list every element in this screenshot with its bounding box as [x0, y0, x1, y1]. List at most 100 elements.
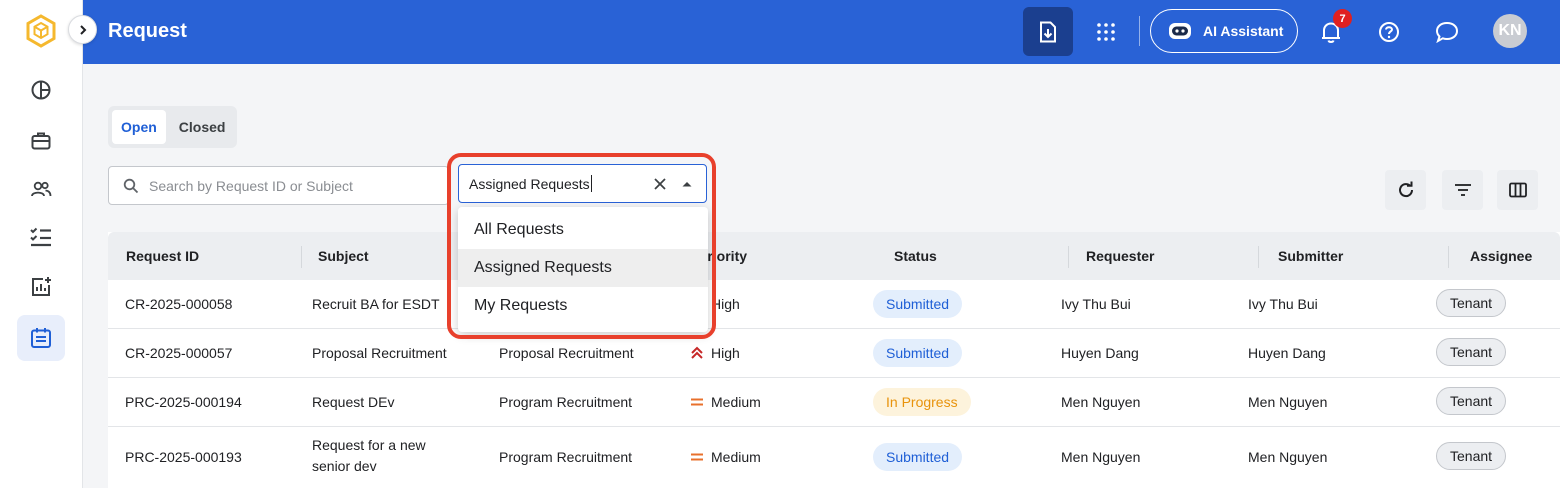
table-row[interactable]: CR-2025-000058 Recruit BA for ESDT High …: [108, 280, 1560, 329]
subject-cell-line-2: senior dev: [312, 458, 377, 474]
refresh-icon: [1398, 181, 1413, 198]
app-logo[interactable]: [24, 14, 58, 48]
column-header-status[interactable]: Status: [894, 248, 937, 264]
file-download-icon: [1040, 21, 1056, 42]
sidebar-toggle-button[interactable]: [68, 15, 97, 44]
column-separator: [1068, 246, 1069, 268]
requester-cell: Men Nguyen: [1061, 449, 1141, 465]
chat-button[interactable]: [1433, 18, 1461, 46]
requests-table: Request ID Subject Priority Status Reque…: [108, 232, 1560, 488]
close-icon: [654, 178, 666, 190]
request-filter-select[interactable]: Assigned Requests: [458, 164, 707, 203]
toolbar-divider: [1139, 16, 1140, 46]
table-row[interactable]: PRC-2025-000194 Request DEv Program Recr…: [108, 378, 1560, 427]
report-add-icon: [32, 277, 51, 296]
priority-label: Medium: [711, 449, 761, 465]
search-field[interactable]: [108, 166, 449, 205]
columns-button[interactable]: [1497, 170, 1538, 210]
submitter-cell: Huyen Dang: [1248, 345, 1326, 361]
chat-bubble-icon: [1435, 21, 1459, 43]
clear-filter-button[interactable]: [650, 174, 670, 194]
apps-grid-button[interactable]: [1093, 19, 1119, 45]
request-id-cell[interactable]: PRC-2025-000194: [125, 394, 242, 410]
request-filter-menu: All Requests Assigned Requests My Reques…: [458, 207, 708, 332]
filter-button[interactable]: [1442, 170, 1483, 210]
priority-high-icon: [691, 346, 703, 359]
priority-medium-icon: [691, 453, 703, 461]
dropdown-toggle[interactable]: [677, 174, 697, 194]
status-badge: Submitted: [873, 290, 963, 318]
sidebar-item-candidates[interactable]: [17, 166, 65, 212]
request-filter-value: Assigned Requests: [469, 175, 590, 192]
column-header-requester[interactable]: Requester: [1086, 248, 1154, 264]
column-separator: [1258, 246, 1259, 268]
type-cell: Program Recruitment: [499, 449, 633, 465]
submitter-cell: Men Nguyen: [1248, 394, 1328, 410]
users-icon: [31, 181, 52, 197]
assignee-chip: Tenant: [1436, 289, 1507, 317]
requester-cell: Men Nguyen: [1061, 394, 1141, 410]
page-title: Request: [108, 20, 187, 42]
download-button[interactable]: [1023, 7, 1073, 56]
column-header-request-id[interactable]: Request ID: [126, 248, 199, 264]
type-cell: Proposal Recruitment: [499, 345, 634, 361]
subject-cell-line-1: Request for a new: [312, 437, 426, 453]
columns-icon: [1508, 182, 1527, 198]
table-row[interactable]: CR-2025-000057 Proposal Recruitment Prop…: [108, 329, 1560, 378]
type-cell: Program Recruitment: [499, 394, 633, 410]
ai-assistant-button[interactable]: AI Assistant: [1150, 9, 1298, 53]
status-badge: Submitted: [873, 443, 963, 471]
priority-medium-icon: [691, 398, 703, 406]
tab-closed[interactable]: Closed: [170, 110, 235, 144]
priority-cell: Medium: [690, 449, 761, 465]
tab-open[interactable]: Open: [112, 110, 166, 144]
notification-count-badge: 7: [1333, 9, 1352, 28]
priority-cell: Medium: [690, 394, 761, 410]
submitter-cell: Men Nguyen: [1248, 449, 1328, 465]
search-input[interactable]: [149, 177, 429, 194]
chevron-right-icon: [79, 24, 86, 35]
column-separator: [1448, 246, 1449, 268]
checklist-icon: [30, 227, 51, 247]
status-badge: In Progress: [873, 388, 971, 416]
filter-lines-icon: [1454, 184, 1471, 196]
ai-assistant-label: AI Assistant: [1203, 23, 1284, 39]
assignee-chip: Tenant: [1436, 387, 1507, 415]
column-header-assignee[interactable]: Assignee: [1470, 248, 1532, 264]
sidebar-item-dashboard[interactable]: [17, 67, 65, 113]
subject-cell: Proposal Recruitment: [312, 345, 447, 361]
assignee-chip: Tenant: [1436, 338, 1507, 366]
priority-label: Medium: [711, 394, 761, 410]
subject-cell: Request DEv: [312, 394, 395, 410]
sidebar-item-jobs[interactable]: [17, 118, 65, 164]
top-bar: Request AI Assistant 7 KN: [83, 0, 1560, 64]
option-my-requests[interactable]: My Requests: [458, 287, 708, 325]
column-header-subject[interactable]: Subject: [318, 248, 369, 264]
sidebar-item-requests[interactable]: [17, 315, 65, 361]
refresh-button[interactable]: [1385, 170, 1426, 210]
caret-up-icon: [682, 182, 692, 187]
option-all-requests[interactable]: All Requests: [458, 211, 708, 249]
sidebar-item-reports[interactable]: [17, 264, 65, 310]
submitter-cell: Ivy Thu Bui: [1248, 296, 1318, 312]
status-tabs: Open Closed: [108, 106, 237, 148]
priority-label: High: [711, 296, 740, 312]
requester-cell: Ivy Thu Bui: [1061, 296, 1131, 312]
assignee-chip: Tenant: [1436, 442, 1507, 470]
search-icon: [123, 178, 139, 193]
request-id-cell[interactable]: CR-2025-000058: [125, 296, 232, 312]
option-assigned-requests[interactable]: Assigned Requests: [458, 249, 708, 287]
status-badge: Submitted: [873, 339, 963, 367]
text-cursor: [590, 175, 592, 192]
sidebar-item-tasks[interactable]: [17, 214, 65, 260]
request-id-cell[interactable]: PRC-2025-000193: [125, 449, 242, 465]
user-avatar[interactable]: KN: [1493, 14, 1527, 48]
subject-cell: Recruit BA for ESDT: [312, 296, 440, 312]
table-row[interactable]: PRC-2025-000193 Request for a new senior…: [108, 427, 1560, 488]
table-header: Request ID Subject Priority Status Reque…: [108, 232, 1560, 280]
request-id-cell[interactable]: CR-2025-000057: [125, 345, 232, 361]
pie-chart-icon: [31, 80, 51, 100]
sidebar: [0, 0, 83, 488]
column-header-submitter[interactable]: Submitter: [1278, 248, 1343, 264]
help-button[interactable]: [1375, 18, 1403, 46]
